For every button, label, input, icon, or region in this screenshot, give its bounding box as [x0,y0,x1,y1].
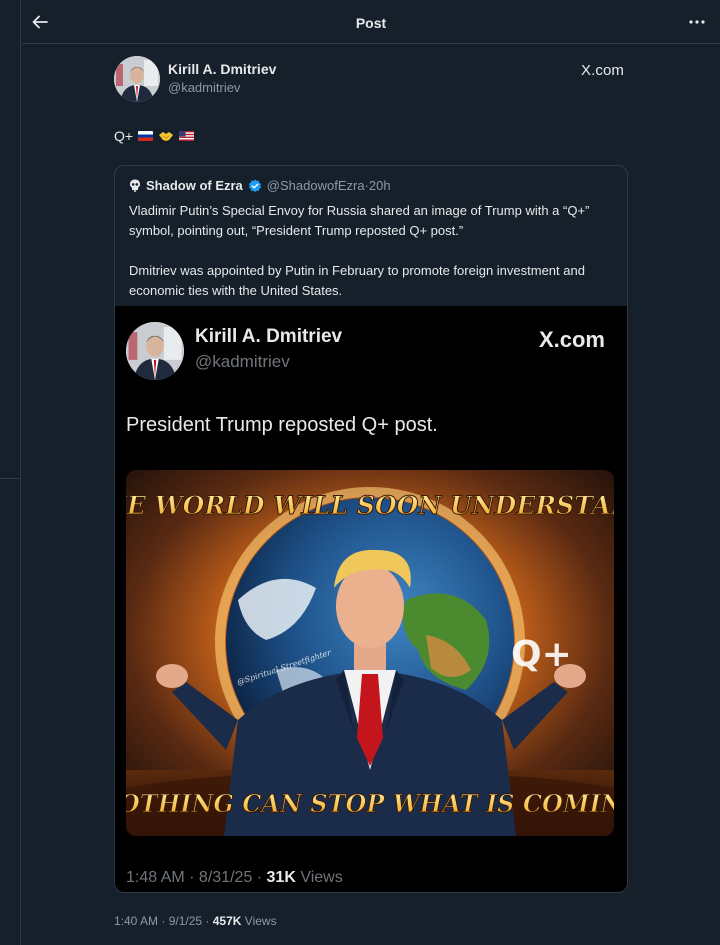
embedded-time: 1:48 AM [126,869,185,886]
quote-body: Vladimir Putin’s Special Envoy for Russi… [129,201,619,301]
embedded-screenshot[interactable]: Kirill A. Dmitriev @kadmitriev X.com Pre… [115,306,627,892]
page-title: Post [355,15,387,31]
verified-badge-icon [248,179,261,192]
russia-flag-icon [138,131,154,141]
q-plus-overlay: Q+ [511,634,572,675]
author-handle[interactable]: @kadmitriev [168,80,240,95]
quote-card[interactable]: Shadow of Ezra @ShadowofEzra·20h Vladimi… [114,165,628,893]
embedded-meta: 1:48 AM · 8/31/25 · 31K Views [126,869,343,886]
quote-paragraph: Vladimir Putin’s Special Envoy for Russi… [129,203,590,238]
source-mark: X.com [580,62,624,79]
post-time[interactable]: 1:40 AM [114,914,158,928]
post-text-content: Q+ [114,128,134,144]
meme-caption-bottom: NOTHING CAN STOP WHAT IS COMING [126,789,614,818]
post-views-label: Views [244,914,277,928]
post-meta: 1:40 AM · 9/1/25 · 457K Views [114,914,277,928]
post-text: Q+ [114,128,195,144]
post: Kirill A. Dmitriev @kadmitriev X.com Q+ [22,44,720,945]
embedded-post-text: President Trump reposted Q+ post. [126,414,438,436]
more-dots-icon[interactable] [688,16,706,28]
embedded-author-handle: @kadmitriev [195,352,290,371]
post-date[interactable]: 9/1/25 [169,914,202,928]
handshake-icon [159,132,174,141]
embedded-date: 8/31/25 [198,869,253,886]
author-name[interactable]: Kirill A. Dmitriev [168,61,276,77]
meme-image[interactable]: Q+ @Spiritual Streetfighter THE WORLD WI… [126,470,614,836]
quote-paragraph: Dmitriev was appointed by Putin in Febru… [129,263,585,298]
embedded-source-mark: X.com [538,327,605,352]
embedded-avatar [126,322,184,380]
quote-header: Shadow of Ezra @ShadowofEzra·20h [129,178,391,193]
quote-author-handle[interactable]: @ShadowofEzra·20h [267,178,391,193]
usa-flag-icon [179,131,195,141]
quote-author-name[interactable]: Shadow of Ezra [146,178,243,193]
post-author: Kirill A. Dmitriev @kadmitriev X.com [114,56,624,102]
skull-icon [130,179,140,192]
left-rail [0,0,21,945]
avatar[interactable] [114,56,160,102]
embedded-author-name: Kirill A. Dmitriev [195,326,343,347]
rail-divider [0,478,21,479]
embedded-views-label: Views [300,869,343,886]
post-views-count: 457K [212,914,242,928]
embedded-views-count: 31K [266,869,296,886]
meme-caption-top: THE WORLD WILL SOON UNDERSTAND [126,491,614,520]
app-frame: Post Kirill A. Dmitriev @kadmitriev X.co… [0,0,720,945]
quote-time: 20h [368,178,391,193]
top-bar: Post [22,0,720,44]
